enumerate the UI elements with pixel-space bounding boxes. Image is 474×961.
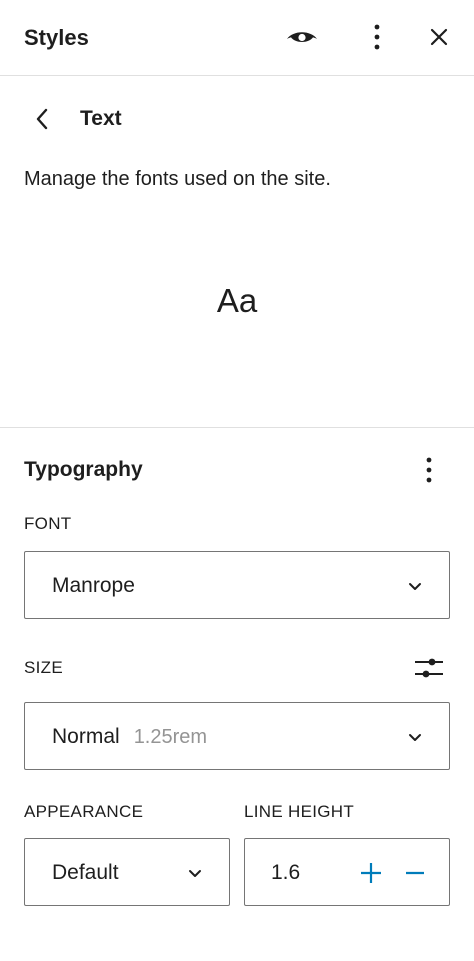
typography-heading: Typography xyxy=(24,458,143,481)
chevron-down-icon xyxy=(409,734,421,741)
settings-sliders-icon xyxy=(415,658,443,678)
panel-header: Styles xyxy=(0,0,474,76)
eye-icon xyxy=(287,32,317,42)
chevron-left-icon xyxy=(36,108,48,130)
decrement-button[interactable] xyxy=(395,853,435,893)
font-family-select[interactable]: Manrope xyxy=(24,551,450,619)
plus-icon xyxy=(361,863,381,883)
font-size-value: Normal 1.25rem xyxy=(52,725,207,749)
font-size-hint: 1.25rem xyxy=(133,726,208,748)
font-family-value: Manrope xyxy=(52,574,135,597)
navigation-header: Text xyxy=(24,96,444,142)
close-button[interactable] xyxy=(419,17,459,57)
minus-icon xyxy=(406,871,424,875)
chevron-down-icon xyxy=(409,583,421,590)
more-vertical-icon xyxy=(426,457,432,483)
panel-title: Styles xyxy=(24,25,89,50)
appearance-select[interactable]: Default xyxy=(24,838,230,906)
line-height-value[interactable]: 1.6 xyxy=(271,861,300,885)
section-divider xyxy=(0,427,474,428)
size-label: SIZE xyxy=(24,658,63,677)
appearance-label: APPEARANCE xyxy=(24,802,144,821)
font-size-select[interactable]: Normal 1.25rem xyxy=(24,702,450,770)
back-button[interactable] xyxy=(24,99,60,139)
more-options-button[interactable] xyxy=(357,17,397,57)
screen-title: Text xyxy=(80,107,122,130)
screen-description: Manage the fonts used on the site. xyxy=(24,168,331,190)
preview-sample: Aa xyxy=(216,282,258,319)
font-size-name: Normal xyxy=(52,725,120,748)
style-book-button[interactable] xyxy=(282,17,322,57)
chevron-down-icon xyxy=(189,870,201,877)
appearance-value: Default xyxy=(52,861,119,884)
typography-options-button[interactable] xyxy=(409,450,449,490)
styles-panel: Styles Text Manage the fonts used on the… xyxy=(0,0,474,961)
typography-preview: Aa xyxy=(0,228,474,378)
line-height-input[interactable]: 1.6 xyxy=(244,838,450,906)
line-height-label: LINE HEIGHT xyxy=(244,802,355,821)
font-label: FONT xyxy=(24,514,72,533)
custom-size-toggle[interactable] xyxy=(409,648,449,688)
close-icon xyxy=(430,28,448,46)
more-vertical-icon xyxy=(374,24,380,50)
increment-button[interactable] xyxy=(351,853,391,893)
